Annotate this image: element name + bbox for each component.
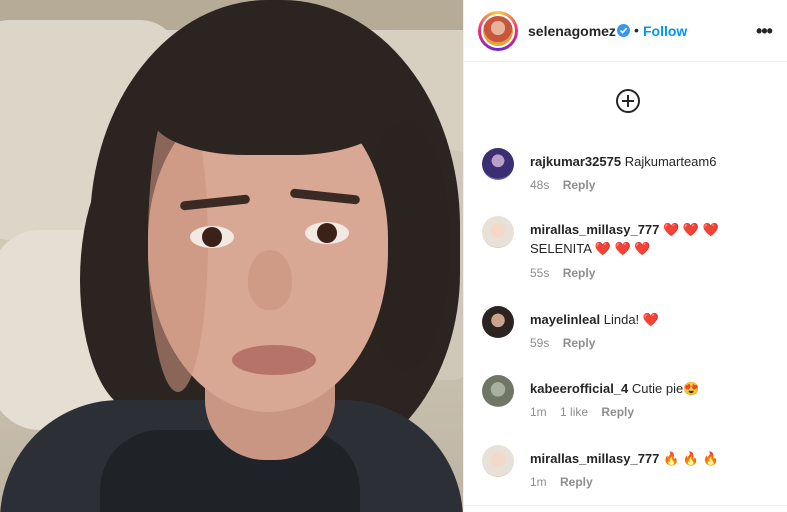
divider — [464, 505, 787, 506]
comment-username[interactable]: mirallas_millasy_777 — [530, 451, 659, 466]
comment-time: 59s — [530, 336, 550, 350]
comment-body: Linda! ❤️ — [603, 312, 659, 327]
more-options-icon[interactable]: ••• — [753, 16, 775, 46]
reply-button[interactable]: Reply — [563, 178, 596, 192]
comment-meta: 55s Reply — [530, 266, 605, 280]
comment-time: 48s — [530, 178, 550, 192]
commenter-avatar[interactable] — [482, 375, 514, 407]
post-photo[interactable] — [0, 0, 463, 512]
nose — [248, 250, 292, 310]
commenter-avatar[interactable] — [482, 216, 514, 248]
author-avatar[interactable] — [478, 11, 518, 51]
follow-button[interactable]: Follow — [643, 23, 687, 39]
comment-text: mirallas_millasy_777 ❤️ ❤️ ❤️ SELENITA ❤… — [530, 220, 780, 258]
comment-time: 1m — [530, 475, 547, 489]
left-eye — [190, 226, 234, 248]
commenter-avatar[interactable] — [482, 306, 514, 338]
reply-button[interactable]: Reply — [601, 405, 634, 419]
comment-likes[interactable]: 1 like — [560, 405, 588, 419]
comment-text: kabeerofficial_4 Cutie pie😍 — [530, 379, 780, 398]
right-eye — [305, 222, 349, 244]
comment-text: rajkumar32575 Rajkumarteam6 — [530, 152, 780, 171]
reply-button[interactable]: Reply — [563, 266, 596, 280]
comment-username[interactable]: kabeerofficial_4 — [530, 381, 628, 396]
commenter-avatar[interactable] — [482, 445, 514, 477]
comment-body: Rajkumarteam6 — [624, 154, 717, 169]
verified-badge-icon — [617, 24, 630, 37]
comment-username[interactable]: mirallas_millasy_777 — [530, 222, 659, 237]
comment-meta: 1m Reply — [530, 475, 603, 489]
plus-circle-icon[interactable] — [616, 89, 640, 113]
reply-button[interactable]: Reply — [560, 475, 593, 489]
comment-meta: 59s Reply — [530, 336, 605, 350]
comment-username[interactable]: rajkumar32575 — [530, 154, 621, 169]
comment-text: mayelinleal Linda! ❤️ — [530, 310, 780, 329]
comment-body: 🔥 🔥 🔥 — [663, 451, 719, 466]
reply-button[interactable]: Reply — [563, 336, 596, 350]
lips — [232, 345, 316, 375]
comment-time: 55s — [530, 266, 550, 280]
comment-meta: 48s Reply — [530, 178, 605, 192]
comment-meta: 1m 1 like Reply — [530, 405, 644, 419]
hair-bangs — [150, 55, 390, 155]
comment-body: Cutie pie😍 — [631, 381, 700, 396]
comments-panel: selenagomez • Follow ••• rajkumar32575 R… — [463, 0, 787, 512]
commenter-avatar[interactable] — [482, 148, 514, 180]
post-header: selenagomez • Follow ••• — [464, 0, 787, 62]
separator-dot: • — [634, 22, 639, 38]
comment-time: 1m — [530, 405, 547, 419]
comment-username[interactable]: mayelinleal — [530, 312, 600, 327]
author-username[interactable]: selenagomez — [528, 23, 616, 39]
comment-text: mirallas_millasy_777 🔥 🔥 🔥 — [530, 449, 780, 468]
